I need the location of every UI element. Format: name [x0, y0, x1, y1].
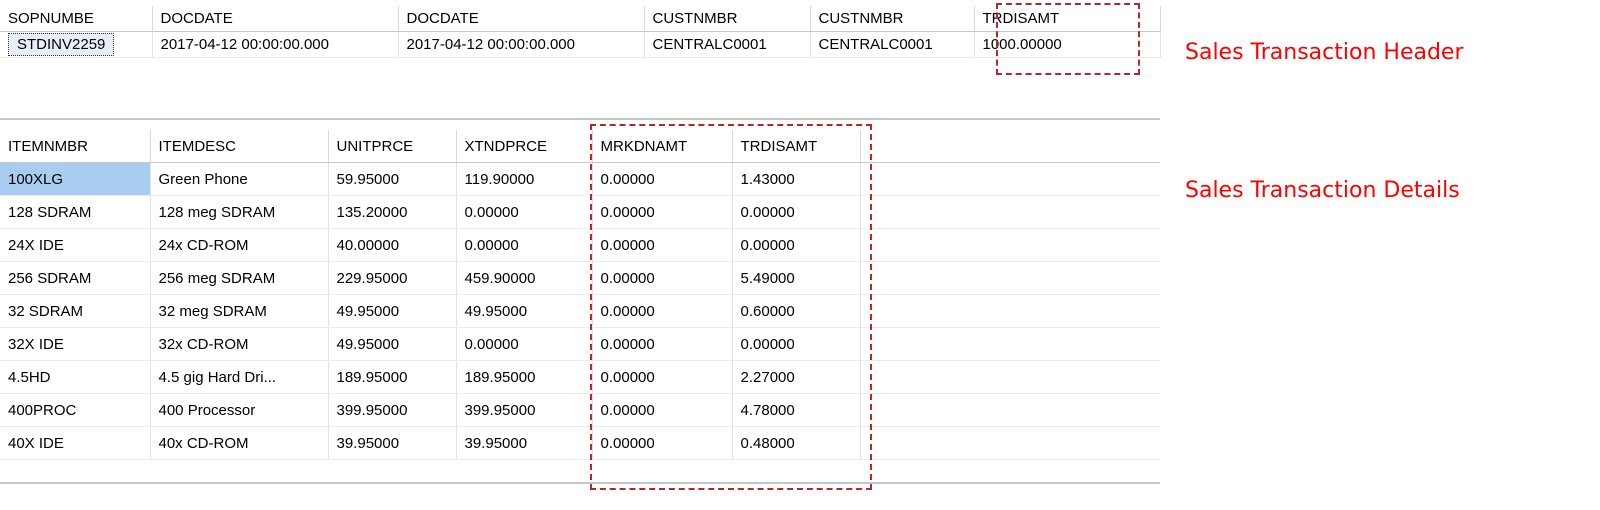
column-header[interactable]: ITEMDESC — [150, 130, 329, 163]
table-cell[interactable]: 128 SDRAM — [0, 195, 151, 229]
table-cell[interactable]: CENTRALC0001 — [644, 31, 811, 58]
column-header[interactable]: ITEMNMBR — [0, 130, 151, 163]
table-cell[interactable]: 0.00000 — [456, 195, 593, 229]
table-cell[interactable]: 40X IDE — [0, 426, 151, 460]
empty-cell — [860, 261, 1160, 295]
column-header[interactable]: DOCDATE — [152, 6, 399, 32]
column-header[interactable]: XTNDPRCE — [456, 130, 593, 163]
header-caption: Sales Transaction Header — [1185, 40, 1464, 65]
table-cell[interactable]: 399.95000 — [328, 393, 457, 427]
empty-cell — [860, 426, 1160, 460]
details-caption: Sales Transaction Details — [1185, 178, 1460, 203]
table-cell[interactable]: 229.95000 — [328, 261, 457, 295]
table-cell[interactable]: 32 SDRAM — [0, 294, 151, 328]
table-row[interactable]: 128 SDRAM 128 meg SDRAM 135.20000 0.0000… — [0, 195, 1160, 229]
table-cell[interactable]: 4.5HD — [0, 360, 151, 394]
table-cell[interactable]: 49.95000 — [328, 294, 457, 328]
table-cell[interactable]: 135.20000 — [328, 195, 457, 229]
table-cell[interactable]: 400PROC — [0, 393, 151, 427]
empty-cell — [860, 162, 1160, 196]
table-cell[interactable]: 459.90000 — [456, 261, 593, 295]
table-cell[interactable]: 32X IDE — [0, 327, 151, 361]
table-row[interactable]: 400PROC 400 Processor 399.95000 399.9500… — [0, 393, 1160, 427]
empty-column-filler — [860, 130, 1160, 163]
table-row[interactable]: 256 SDRAM 256 meg SDRAM 229.95000 459.90… — [0, 261, 1160, 295]
table-row[interactable]: 40X IDE 40x CD-ROM 39.95000 39.95000 0.0… — [0, 426, 1160, 460]
table-cell[interactable]: 189.95000 — [456, 360, 593, 394]
table-cell[interactable]: 4.5 gig Hard Dri... — [150, 360, 329, 394]
table-row[interactable]: 32 SDRAM 32 meg SDRAM 49.95000 49.95000 … — [0, 294, 1160, 328]
table-cell[interactable]: 189.95000 — [328, 360, 457, 394]
table-cell[interactable]: 128 meg SDRAM — [150, 195, 329, 229]
empty-cell — [860, 195, 1160, 229]
column-header[interactable]: SOPNUMBE — [0, 6, 153, 32]
column-header[interactable]: CUSTNMBR — [644, 6, 811, 32]
table-cell[interactable]: 40x CD-ROM — [150, 426, 329, 460]
table-cell[interactable]: 49.95000 — [456, 294, 593, 328]
table-cell[interactable]: 32x CD-ROM — [150, 327, 329, 361]
details-grid-header-row: ITEMNMBR ITEMDESC UNITPRCE XTNDPRCE MRKD… — [0, 130, 1160, 163]
grid-divider-bottom — [0, 482, 1160, 484]
table-row[interactable]: 24X IDE 24x CD-ROM 40.00000 0.00000 0.00… — [0, 228, 1160, 262]
empty-cell — [860, 228, 1160, 262]
table-cell[interactable]: 32 meg SDRAM — [150, 294, 329, 328]
sales-header-grid: SOPNUMBE DOCDATE DOCDATE CUSTNMBR CUSTNM… — [0, 6, 1161, 58]
table-cell[interactable]: 119.90000 — [456, 162, 593, 196]
table-cell[interactable]: 49.95000 — [328, 327, 457, 361]
empty-cell — [860, 360, 1160, 394]
table-cell[interactable]: Green Phone — [150, 162, 329, 196]
table-row[interactable]: 32X IDE 32x CD-ROM 49.95000 0.00000 0.00… — [0, 327, 1160, 361]
table-cell[interactable]: 2017-04-12 00:00:00.000 — [152, 31, 399, 58]
table-cell-focused[interactable]: STDINV2259 — [0, 31, 153, 58]
column-header[interactable]: DOCDATE — [398, 6, 645, 32]
empty-cell — [860, 294, 1160, 328]
table-cell[interactable]: 24x CD-ROM — [150, 228, 329, 262]
table-cell[interactable]: 24X IDE — [0, 228, 151, 262]
header-trdisamt-highlight-box — [996, 3, 1140, 75]
table-cell[interactable]: 256 meg SDRAM — [150, 261, 329, 295]
table-row[interactable]: STDINV2259 2017-04-12 00:00:00.000 2017-… — [0, 31, 1161, 58]
table-cell[interactable]: 0.00000 — [456, 327, 593, 361]
table-cell[interactable]: CENTRALC0001 — [810, 31, 975, 58]
table-cell[interactable]: 400 Processor — [150, 393, 329, 427]
sales-details-grid: ITEMNMBR ITEMDESC UNITPRCE XTNDPRCE MRKD… — [0, 130, 1160, 460]
table-cell-selected[interactable]: 100XLG — [0, 162, 151, 196]
table-cell[interactable]: 0.00000 — [456, 228, 593, 262]
table-cell[interactable]: 2017-04-12 00:00:00.000 — [398, 31, 645, 58]
column-header[interactable]: UNITPRCE — [328, 130, 457, 163]
table-cell[interactable]: 39.95000 — [456, 426, 593, 460]
table-row[interactable]: 100XLG Green Phone 59.95000 119.90000 0.… — [0, 162, 1160, 196]
column-header[interactable]: CUSTNMBR — [810, 6, 975, 32]
grid-divider-top — [0, 118, 1160, 120]
details-discount-columns-highlight-box — [590, 124, 872, 490]
header-grid-header-row: SOPNUMBE DOCDATE DOCDATE CUSTNMBR CUSTNM… — [0, 6, 1161, 32]
table-cell[interactable]: 399.95000 — [456, 393, 593, 427]
empty-cell — [860, 327, 1160, 361]
table-cell[interactable]: 256 SDRAM — [0, 261, 151, 295]
table-cell[interactable]: 40.00000 — [328, 228, 457, 262]
table-row[interactable]: 4.5HD 4.5 gig Hard Dri... 189.95000 189.… — [0, 360, 1160, 394]
table-cell[interactable]: 39.95000 — [328, 426, 457, 460]
focused-cell-value[interactable]: STDINV2259 — [8, 33, 115, 56]
table-cell[interactable]: 59.95000 — [328, 162, 457, 196]
empty-cell — [860, 393, 1160, 427]
